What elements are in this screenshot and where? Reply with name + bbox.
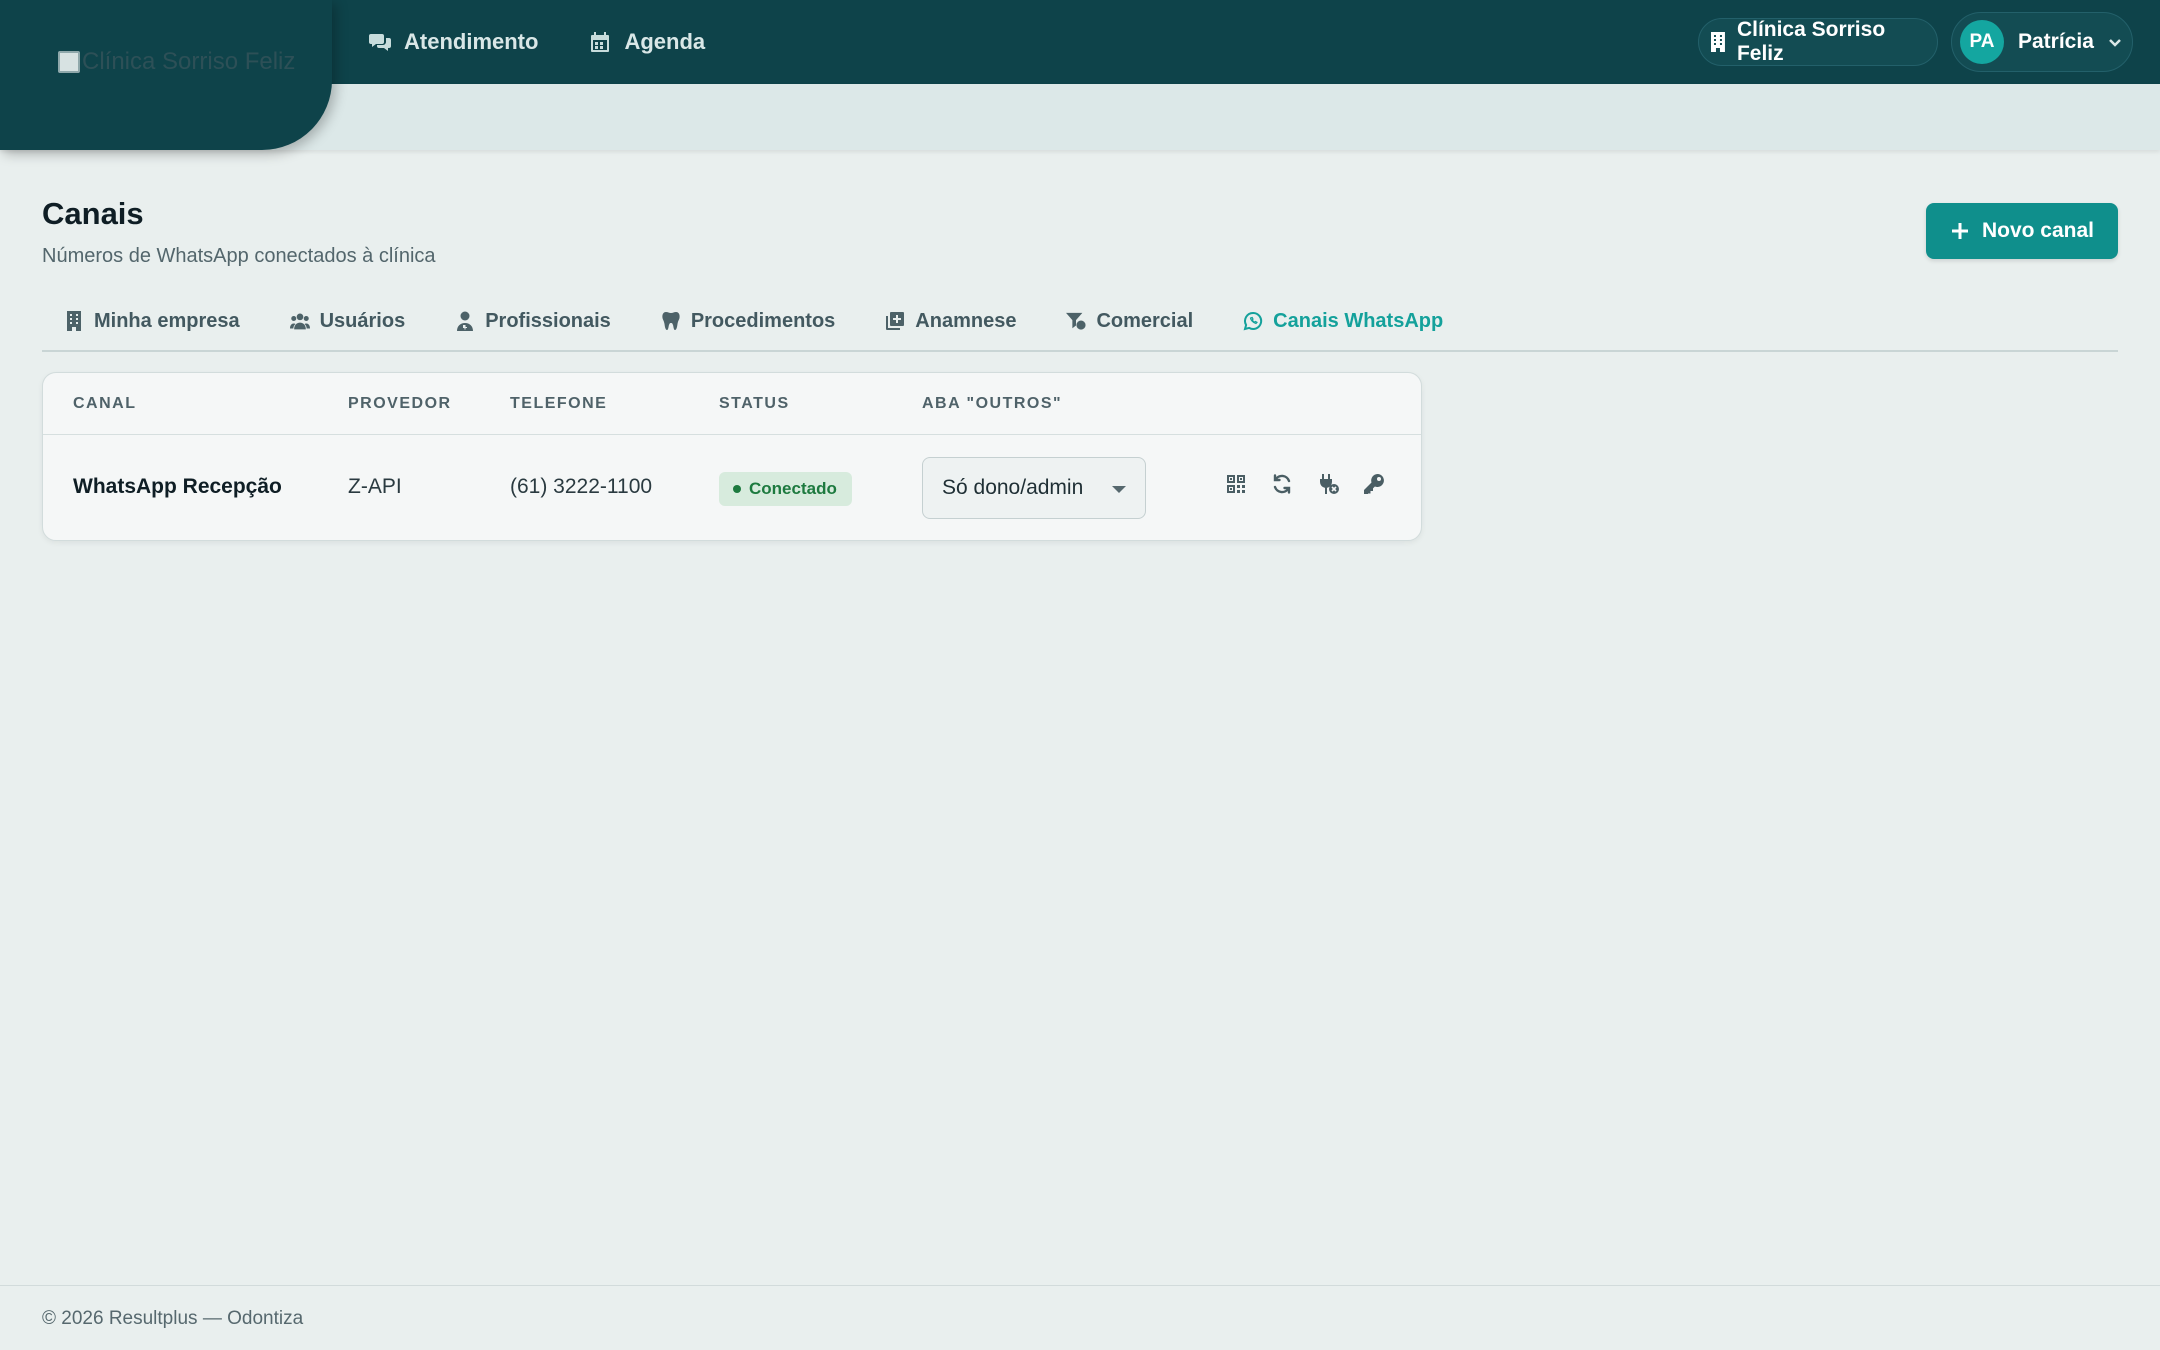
chat-bubbles-icon [369,34,391,51]
top-nav: Atendimento Agenda [368,0,705,84]
column-header-canal: CANAL [73,395,137,412]
plus-icon [1951,223,1968,239]
nav-atendimento[interactable]: Atendimento [368,29,538,55]
aba-outros-select[interactable]: Só dono/admin [922,457,1146,519]
clinic-logo[interactable]: Clínica Sorriso Feliz [58,48,295,76]
filter-dollar-icon [1066,312,1086,330]
status-badge: Conectado [719,472,852,506]
column-header-status: STATUS [719,395,790,412]
qr-code-button[interactable] [1223,471,1249,497]
footer-copyright: © 2026 Resultplus — Odontiza [42,1308,304,1329]
tab-label: Comercial [1096,309,1194,332]
channel-name: WhatsApp Recepção [73,475,282,498]
page-title: Canais [42,196,144,231]
tab-label: Usuários [319,309,406,332]
new-channel-button[interactable]: Novo canal [1926,203,2118,259]
key-icon [1364,474,1384,494]
calendar-icon [591,32,610,52]
chevron-down-icon [2109,39,2121,47]
channels-table: CANAL PROVEDOR TELEFONE STATUS ABA "OUTR… [42,372,1422,541]
users-icon [289,313,310,330]
nav-atendimento-label: Atendimento [404,29,539,54]
settings-tabs: Minha empresa Usuários Profissionais Pro… [42,298,2118,352]
tooth-icon [662,312,680,330]
tab-profissionais[interactable]: Profissionais [455,298,611,344]
channel-phone: (61) 3222-1100 [510,475,653,498]
footer: © 2026 Resultplus — Odontiza [0,1285,2160,1350]
tab-usuarios[interactable]: Usuários [289,298,406,344]
page-subtitle: Números de WhatsApp conectados à clínica [42,245,436,267]
disconnect-button[interactable] [1315,471,1341,497]
broken-image-icon [58,51,80,73]
refresh-icon [1273,474,1291,494]
clinic-selector[interactable]: Clínica Sorriso Feliz [1698,18,1938,66]
channel-provider: Z-API [348,475,402,498]
clinic-name: Clínica Sorriso Feliz [1736,18,1886,65]
status-dot [733,485,741,493]
whatsapp-icon [1243,311,1263,331]
tab-label: Canais WhatsApp [1273,309,1444,332]
building-icon [1710,32,1725,52]
tab-label: Procedimentos [690,309,836,332]
qr-code-icon [1227,475,1245,493]
status-text: Conectado [749,479,837,498]
row-actions [1223,471,1387,497]
tab-minha-empresa[interactable]: Minha empresa [64,298,240,344]
column-header-provedor: PROVEDOR [348,395,452,412]
logo-container[interactable]: Clínica Sorriso Feliz [0,0,332,150]
refresh-button[interactable] [1269,471,1295,497]
caret-down-icon [1112,486,1126,493]
logo-alt-text: Clínica Sorriso Feliz [82,48,296,75]
new-channel-label: Novo canal [1981,219,2095,242]
tab-procedimentos[interactable]: Procedimentos [661,298,835,344]
key-button[interactable] [1361,471,1387,497]
tab-label: Anamnese [915,309,1017,332]
table-header: CANAL PROVEDOR TELEFONE STATUS ABA "OUTR… [43,373,1421,435]
column-header-telefone: TELEFONE [510,395,608,412]
tab-anamnese[interactable]: Anamnese [885,298,1016,344]
plug-disconnect-icon [1320,474,1339,494]
nav-agenda[interactable]: Agenda [588,29,705,55]
user-name: Patrícia [2018,30,2094,53]
tab-comercial[interactable]: Comercial [1066,298,1193,344]
column-header-aba-outros: ABA "OUTROS" [922,395,1063,412]
tab-label: Minha empresa [94,309,240,332]
user-menu[interactable]: PA Patrícia [1951,12,2133,72]
aba-outros-value: Só dono/admin [942,476,1084,499]
tab-label: Profissionais [485,309,611,332]
building-icon [67,311,81,331]
tab-canais-whatsapp[interactable]: Canais WhatsApp [1243,298,1443,344]
avatar: PA [1960,20,2004,64]
clipboard-plus-icon [886,312,905,330]
nav-agenda-label: Agenda [624,29,706,54]
doctor-icon [457,311,474,331]
